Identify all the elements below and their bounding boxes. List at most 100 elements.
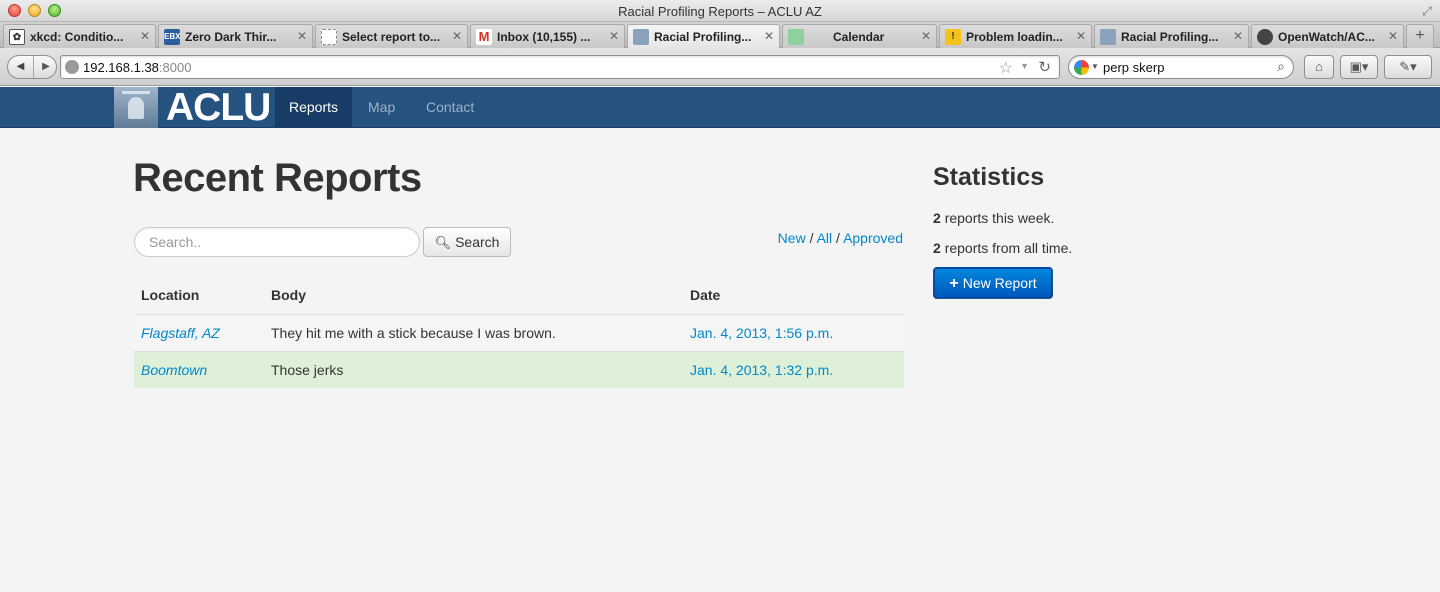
location-link[interactable]: Flagstaff, AZ — [141, 325, 220, 341]
ebx-favicon-icon: EBX — [164, 29, 180, 45]
reload-icon[interactable]: ↻ — [1038, 58, 1051, 76]
history-buttons: ◀ ▶ — [7, 55, 57, 79]
blank-page-favicon-icon — [321, 29, 337, 45]
stat-all-time-reports: 2 reports from all time. — [933, 240, 1072, 256]
search-icon: 🔍︎ — [434, 235, 452, 250]
bookmark-star-icon[interactable]: ☆ — [999, 58, 1013, 78]
home-button[interactable]: ⌂ — [1304, 55, 1334, 79]
google-icon[interactable] — [1074, 60, 1089, 75]
tab-label: Problem loadin... — [966, 30, 1063, 44]
screenshot-icon: ▣▾ — [1349, 59, 1369, 74]
reports-table: Location Body Date Flagstaff, AZ They hi… — [134, 276, 904, 388]
tools-button[interactable]: ✎▾ — [1384, 55, 1432, 79]
search-engine-caret-icon[interactable]: ▼ — [1091, 62, 1099, 71]
stat-weekly-count: 2 — [933, 210, 941, 226]
filter-separator: / — [809, 230, 814, 246]
stat-all-time-count: 2 — [933, 240, 941, 256]
tab-close-icon[interactable]: ✕ — [140, 29, 150, 43]
tab-close-icon[interactable]: ✕ — [1388, 29, 1398, 43]
tab-select-report[interactable]: Select report to... ✕ — [315, 24, 468, 48]
body-cell: Those jerks — [264, 350, 683, 388]
forward-arrow-icon[interactable]: ▶ — [35, 56, 57, 78]
nav-contact[interactable]: Contact — [412, 87, 488, 127]
tab-calendar[interactable]: Calendar ✕ — [782, 24, 937, 48]
browser-toolbar: ◀ ▶ 192.168.1.38:8000 ☆ ▼ ↻ ▼ perp skerp… — [0, 48, 1440, 86]
tab-racial-profiling-active[interactable]: Racial Profiling... ✕ — [627, 24, 780, 48]
tab-label: Racial Profiling... — [1121, 30, 1219, 44]
aclu-favicon-icon — [1100, 29, 1116, 45]
date-link[interactable]: Jan. 4, 2013, 1:56 p.m. — [690, 325, 833, 341]
tab-problem-loading[interactable]: ! Problem loadin... ✕ — [939, 24, 1092, 48]
warning-favicon-icon: ! — [945, 29, 961, 45]
back-arrow-icon[interactable]: ◀ — [8, 56, 34, 78]
fullscreen-icon[interactable]: ⤢ — [1420, 4, 1434, 18]
url-history-dropdown-icon[interactable]: ▼ — [1020, 61, 1029, 71]
nav-map[interactable]: Map — [354, 87, 409, 127]
new-report-button[interactable]: + New Report — [933, 267, 1053, 299]
tab-inbox[interactable]: M Inbox (10,155) ... ✕ — [470, 24, 625, 48]
tab-xkcd[interactable]: ✿ xkcd: Conditio... ✕ — [3, 24, 156, 48]
report-search-input[interactable] — [134, 227, 420, 257]
filter-all-link[interactable]: All — [817, 230, 833, 246]
aclu-logo-text[interactable]: ACLU — [166, 88, 271, 128]
screenshot-button[interactable]: ▣▾ — [1340, 55, 1378, 79]
search-button[interactable]: 🔍︎ Search — [423, 227, 511, 257]
tab-close-icon[interactable]: ✕ — [609, 29, 619, 43]
url-text: 192.168.1.38:8000 — [83, 60, 191, 75]
magnifier-icon[interactable]: ⌕ — [1277, 58, 1285, 75]
date-link[interactable]: Jan. 4, 2013, 1:32 p.m. — [690, 362, 833, 378]
location-link[interactable]: Boomtown — [141, 362, 207, 378]
tab-bar: ✿ xkcd: Conditio... ✕ EBX Zero Dark Thir… — [0, 22, 1440, 48]
stat-weekly-reports: 2 reports this week. — [933, 210, 1054, 226]
tab-close-icon[interactable]: ✕ — [764, 29, 774, 43]
window-title: Racial Profiling Reports – ACLU AZ — [618, 4, 822, 19]
page-title: Recent Reports — [133, 156, 422, 200]
tab-close-icon[interactable]: ✕ — [1076, 29, 1086, 43]
column-header-date: Date — [683, 276, 904, 315]
github-favicon-icon — [1257, 29, 1273, 45]
tab-label: Inbox (10,155) ... — [497, 30, 591, 44]
location-cell: Boomtown — [134, 350, 264, 388]
url-port: :8000 — [158, 60, 192, 75]
url-bar[interactable]: 192.168.1.38:8000 ☆ ▼ ↻ — [60, 55, 1060, 79]
location-cell: Flagstaff, AZ — [134, 313, 264, 351]
table-row: Flagstaff, AZ They hit me with a stick b… — [134, 313, 904, 351]
statue-of-liberty-logo[interactable] — [114, 87, 158, 128]
body-cell: They hit me with a stick because I was b… — [264, 313, 683, 351]
stat-weekly-text: reports this week. — [944, 210, 1055, 226]
tab-openwatch[interactable]: OpenWatch/AC... ✕ — [1251, 24, 1404, 48]
new-report-label: New Report — [962, 275, 1037, 291]
search-button-label: Search — [455, 234, 500, 250]
tab-close-icon[interactable]: ✕ — [921, 29, 931, 43]
nav-reports[interactable]: Reports — [275, 87, 353, 127]
tab-label: Racial Profiling... — [654, 30, 752, 44]
site-navbar: ACLU Reports Map Contact — [0, 87, 1440, 128]
tools-icon: ✎▾ — [1399, 59, 1417, 74]
filter-separator: / — [836, 230, 840, 246]
new-tab-button[interactable]: + — [1406, 24, 1434, 48]
tab-close-icon[interactable]: ✕ — [452, 29, 462, 43]
date-cell: Jan. 4, 2013, 1:32 p.m. — [683, 350, 904, 388]
calendar-favicon-icon — [788, 29, 804, 45]
tab-zero-dark-thirty[interactable]: EBX Zero Dark Thir... ✕ — [158, 24, 313, 48]
tab-close-icon[interactable]: ✕ — [1233, 29, 1243, 43]
web-search-value: perp skerp — [1103, 60, 1165, 75]
tab-label: xkcd: Conditio... — [30, 30, 124, 44]
tab-close-icon[interactable]: ✕ — [297, 29, 307, 43]
table-header-row: Location Body Date — [134, 276, 904, 315]
report-filters: New / All / Approved — [778, 230, 903, 246]
column-header-body: Body — [264, 276, 683, 315]
web-search-bar[interactable]: ▼ perp skerp ⌕ — [1068, 55, 1294, 79]
filter-approved-link[interactable]: Approved — [843, 230, 903, 246]
tab-label: Select report to... — [342, 30, 441, 44]
tab-label: Calendar — [833, 30, 885, 44]
globe-icon — [65, 60, 79, 74]
filter-new-link[interactable]: New — [778, 230, 806, 246]
home-icon: ⌂ — [1315, 59, 1323, 74]
statistics-title: Statistics — [933, 163, 1045, 191]
tab-racial-profiling-2[interactable]: Racial Profiling... ✕ — [1094, 24, 1249, 48]
column-header-location: Location — [134, 276, 264, 315]
xkcd-favicon-icon: ✿ — [9, 29, 25, 45]
tab-label: OpenWatch/AC... — [1278, 30, 1375, 44]
plus-icon: + — [949, 275, 959, 292]
